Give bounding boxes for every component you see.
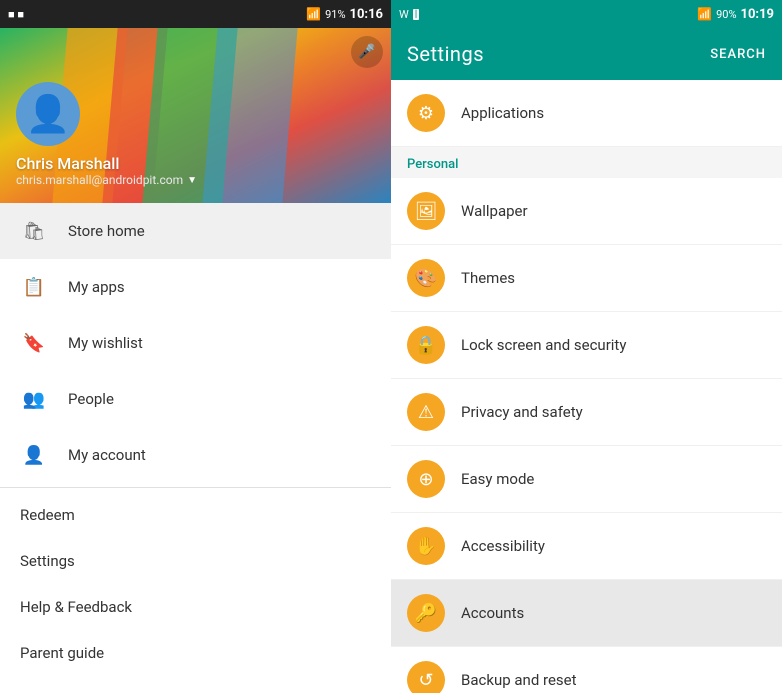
dropdown-arrow-icon[interactable]: ▼ <box>187 175 197 186</box>
avatar: 👤 <box>16 82 80 146</box>
applications-icon: ⚙ <box>407 94 445 132</box>
privacy-safety-icon: ⚠ <box>407 393 445 431</box>
store-home-icon: 🛍 <box>20 217 48 245</box>
menu-item-help-feedback[interactable]: Help & Feedback <box>0 584 391 630</box>
themes-label: Themes <box>461 269 515 287</box>
left-status-icons: ■ ■ <box>8 8 24 21</box>
settings-title: Settings <box>407 42 484 66</box>
search-button[interactable]: SEARCH <box>710 47 766 62</box>
wifi-icon: 📶 <box>306 7 321 21</box>
settings-item-accessibility[interactable]: ✋ Accessibility <box>391 513 782 580</box>
left-status-right-panel: W | <box>399 8 419 21</box>
backup-reset-icon: ↺ <box>407 661 445 693</box>
settings-item-lock-screen[interactable]: 🔒 Lock screen and security <box>391 312 782 379</box>
settings-item-easy-mode[interactable]: ⊕ Easy mode <box>391 446 782 513</box>
parent-guide-label: Parent guide <box>20 644 104 662</box>
settings-item-backup-reset[interactable]: ↺ Backup and reset <box>391 647 782 693</box>
applications-label: Applications <box>461 104 544 122</box>
settings-item-themes[interactable]: 🎨 Themes <box>391 245 782 312</box>
settings-header: Settings SEARCH <box>391 28 782 80</box>
time-left: 10:16 <box>350 7 384 22</box>
menu-item-settings[interactable]: Settings <box>0 538 391 584</box>
my-apps-icon: 📋 <box>20 273 48 301</box>
menu-item-parent-guide[interactable]: Parent guide <box>0 630 391 676</box>
section-personal: Personal <box>391 147 782 178</box>
easy-mode-icon: ⊕ <box>407 460 445 498</box>
people-icon: 👥 <box>20 385 48 413</box>
status-bar-left: ■ ■ 📶 91% 10:16 <box>0 0 391 28</box>
my-account-icon: 👤 <box>20 441 48 469</box>
accounts-icon: 🔑 <box>407 594 445 632</box>
settings-label: Settings <box>20 552 75 570</box>
profile-email: chris.marshall@androidpit.com ▼ <box>16 173 197 187</box>
my-wishlist-icon: 🔖 <box>20 329 48 357</box>
themes-icon: 🎨 <box>407 259 445 297</box>
accessibility-label: Accessibility <box>461 537 545 555</box>
menu-item-people[interactable]: 👥 People <box>0 371 391 427</box>
menu-item-my-wishlist[interactable]: 🔖 My wishlist <box>0 315 391 371</box>
accounts-label: Accounts <box>461 604 524 622</box>
menu-item-my-apps[interactable]: 📋 My apps <box>0 259 391 315</box>
store-home-label: Store home <box>68 222 145 240</box>
privacy-safety-label: Privacy and safety <box>461 403 583 421</box>
battery-percent-left: 91% <box>325 8 345 21</box>
people-label: People <box>68 390 114 408</box>
right-status-info-right: 📶 90% 10:19 <box>697 7 774 22</box>
backup-reset-label: Backup and reset <box>461 671 577 689</box>
menu-item-my-account[interactable]: 👤 My account <box>0 427 391 483</box>
my-apps-label: My apps <box>68 278 125 296</box>
settings-list: ⚙ Applications Personal 🖼 Wallpaper 🎨 Th… <box>391 80 782 693</box>
help-feedback-label: Help & Feedback <box>20 598 132 616</box>
signal-icon-right: 📶 <box>697 7 712 21</box>
left-panel: ■ ■ 📶 91% 10:16 🎤 👤 Chris Marshall chris… <box>0 0 391 693</box>
wallpaper-icon: 🖼 <box>407 192 445 230</box>
settings-item-accounts[interactable]: 🔑 Accounts <box>391 580 782 647</box>
time-right: 10:19 <box>741 7 775 22</box>
menu-divider <box>0 487 391 488</box>
settings-item-wallpaper[interactable]: 🖼 Wallpaper <box>391 178 782 245</box>
profile-info: 👤 Chris Marshall chris.marshall@androidp… <box>16 82 197 187</box>
menu-list: 🛍 Store home 📋 My apps 🔖 My wishlist 👥 P… <box>0 203 391 693</box>
avatar-icon: 👤 <box>26 96 71 132</box>
redeem-label: Redeem <box>20 506 75 524</box>
right-status-info-left: 📶 91% 10:16 <box>306 7 383 22</box>
status-bar-right: W | 📶 90% 10:19 <box>391 0 782 28</box>
profile-header: 🎤 👤 Chris Marshall chris.marshall@androi… <box>0 28 391 203</box>
w-indicator: W <box>399 8 409 21</box>
settings-item-applications[interactable]: ⚙ Applications <box>391 80 782 147</box>
mic-button[interactable]: 🎤 <box>351 36 383 68</box>
lock-screen-icon: 🔒 <box>407 326 445 364</box>
settings-item-privacy-safety[interactable]: ⚠ Privacy and safety <box>391 379 782 446</box>
easy-mode-label: Easy mode <box>461 470 534 488</box>
wallpaper-label: Wallpaper <box>461 202 528 220</box>
menu-item-redeem[interactable]: Redeem <box>0 492 391 538</box>
carrier-icon: ■ ■ <box>8 8 24 21</box>
menu-item-store-home[interactable]: 🛍 Store home <box>0 203 391 259</box>
accessibility-icon: ✋ <box>407 527 445 565</box>
signal-dot: | <box>413 9 420 20</box>
lock-screen-label: Lock screen and security <box>461 336 626 354</box>
battery-percent-right: 90% <box>716 8 736 21</box>
right-panel: W | 📶 90% 10:19 Settings SEARCH ⚙ Applic… <box>391 0 782 693</box>
my-account-label: My account <box>68 446 146 464</box>
profile-name: Chris Marshall <box>16 154 119 173</box>
my-wishlist-label: My wishlist <box>68 334 143 352</box>
